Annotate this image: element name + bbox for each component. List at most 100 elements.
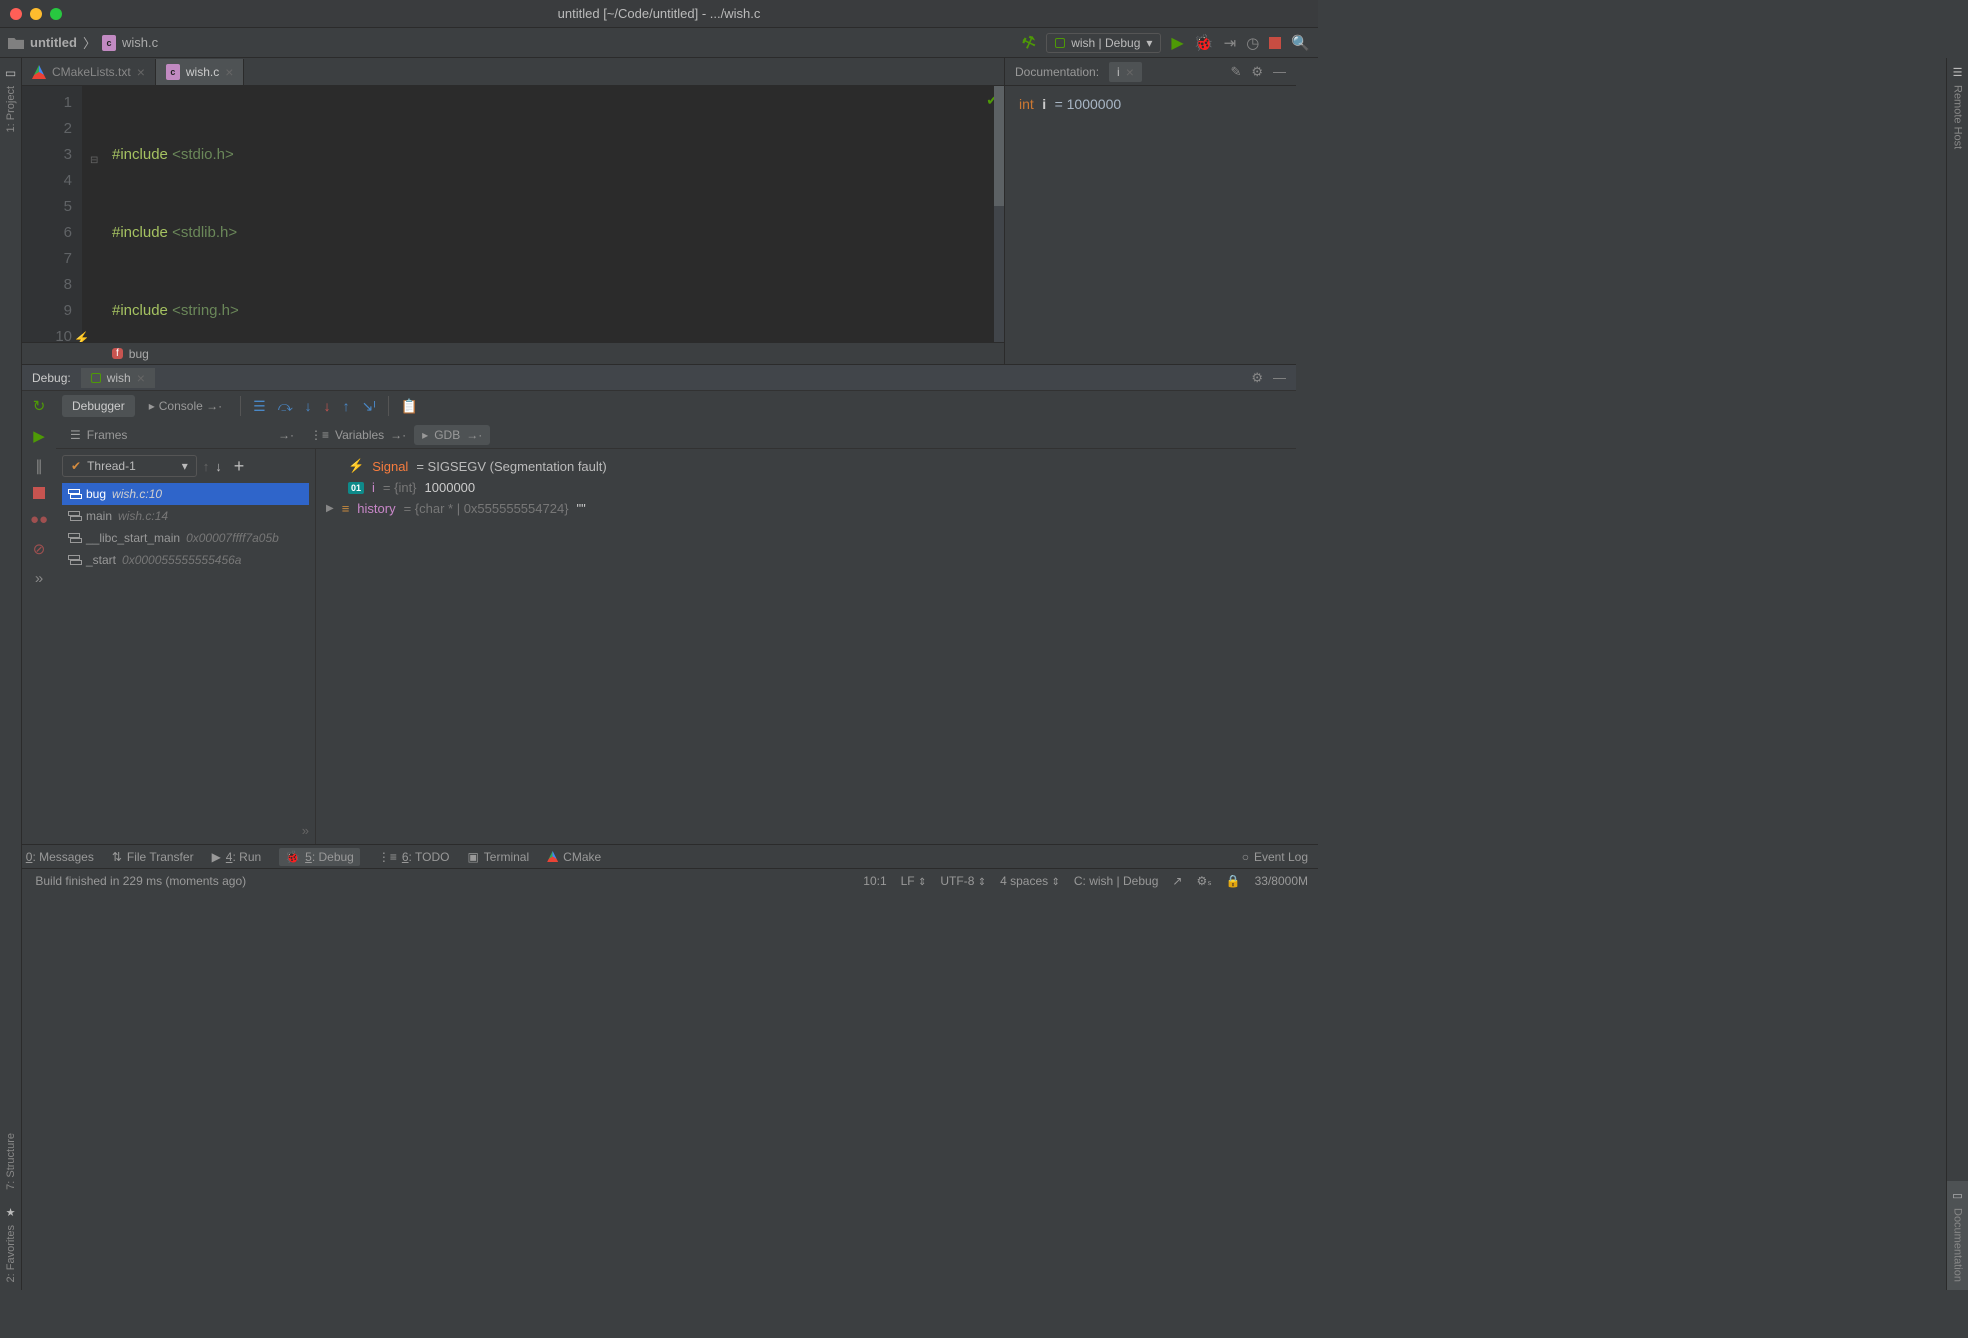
hide-icon[interactable]: — bbox=[1273, 64, 1286, 80]
minimize-window-button[interactable] bbox=[30, 8, 42, 20]
memory-indicator[interactable]: 33/8000M bbox=[1255, 874, 1308, 888]
close-icon[interactable]: × bbox=[137, 370, 145, 386]
breadcrumb-project[interactable]: untitled bbox=[30, 35, 77, 50]
breadcrumb-file[interactable]: wish.c bbox=[122, 35, 158, 50]
code-area[interactable]: ⊟#include <stdio.h> #include <stdlib.h> … bbox=[82, 86, 1004, 342]
debug-side-toolbar: ↻ ▶ ∥ ●● ⊘ » bbox=[22, 391, 56, 844]
view-breakpoints-icon[interactable]: ●● bbox=[30, 511, 48, 528]
close-window-button[interactable] bbox=[10, 8, 22, 20]
mute-breakpoints-icon[interactable]: ⊘ bbox=[33, 540, 46, 558]
gear-icon[interactable]: ⚙ bbox=[1251, 64, 1263, 80]
tab-cmakelists[interactable]: CMakeLists.txt × bbox=[22, 59, 156, 85]
edit-icon[interactable]: ✎ bbox=[1230, 64, 1241, 80]
expand-icon[interactable]: ▶ bbox=[326, 503, 334, 514]
event-log-tab[interactable]: ○ Event Log bbox=[1242, 850, 1308, 864]
todo-tab[interactable]: ⋮≡ 6: TODO bbox=[378, 850, 450, 864]
frames-icon: ☰ bbox=[70, 428, 81, 442]
force-step-into-icon[interactable]: ↓ bbox=[320, 398, 335, 414]
documentation-body: int i = 1000000 bbox=[1005, 86, 1296, 123]
attach-icon[interactable]: ⇥ bbox=[1224, 34, 1237, 52]
context[interactable]: C: wish | Debug bbox=[1074, 874, 1159, 888]
window-controls bbox=[10, 8, 62, 20]
frames-header[interactable]: ☰Frames→· bbox=[62, 428, 302, 442]
run-config-icon bbox=[91, 373, 101, 383]
deploy-icon[interactable]: ↗ bbox=[1172, 874, 1182, 888]
pause-icon[interactable]: ∥ bbox=[35, 457, 43, 475]
stack-frame[interactable]: _start 0x000055555555456a bbox=[62, 549, 309, 571]
run-tab[interactable]: ▶ 4: Run bbox=[212, 850, 262, 864]
line-gutter: 1 2 3 4 5 6 7 8 9 10⚡ 11 12 13▶ 14 bbox=[22, 86, 82, 342]
thread-selector[interactable]: ✔ Thread-1 ▾ bbox=[62, 455, 197, 477]
debug-tabs: Debugger ▸Console →· ☰ ⤼ ↓ ↓ ↑ ↘ᴵ 📋 bbox=[56, 391, 1296, 421]
resume-icon[interactable]: ▶ bbox=[33, 427, 45, 445]
profile-icon[interactable]: ◷ bbox=[1246, 34, 1259, 52]
editor-breadcrumb-fn[interactable]: f bug bbox=[22, 342, 1004, 364]
line-ending[interactable]: LF ⇕ bbox=[901, 874, 927, 888]
messages-tab[interactable]: ☰ 0: Messages bbox=[10, 850, 94, 864]
debug-bottom-tab[interactable]: 🐞 5: Debug bbox=[279, 848, 360, 866]
stack-frame[interactable]: main wish.c:14 bbox=[62, 505, 309, 527]
encoding[interactable]: UTF-8 ⇕ bbox=[940, 874, 986, 888]
hide-icon[interactable]: — bbox=[1273, 370, 1286, 386]
rerun-icon[interactable]: ↻ bbox=[33, 397, 46, 415]
gdb-header[interactable]: ▸GDB →· bbox=[414, 425, 490, 445]
indent[interactable]: 4 spaces ⇕ bbox=[1000, 874, 1060, 888]
evaluate-expression-icon[interactable]: 📋 bbox=[397, 398, 422, 415]
variable-row[interactable]: 01 i = {int} 1000000 bbox=[326, 477, 1286, 498]
stop-icon[interactable] bbox=[1269, 37, 1281, 49]
run-icon[interactable]: ▶ bbox=[1171, 33, 1183, 53]
stack-frame-icon bbox=[68, 555, 80, 565]
remote-host-tool-tab[interactable]: ☰ Remote Host bbox=[1947, 58, 1968, 157]
file-transfer-tab[interactable]: ⇅ File Transfer bbox=[112, 850, 194, 864]
step-over-icon[interactable]: ⤼ bbox=[274, 398, 297, 415]
close-icon[interactable]: × bbox=[137, 64, 145, 80]
search-icon[interactable]: 🔍 bbox=[1291, 34, 1310, 52]
left-tool-stripe: ▭ 1: Project 7: Structure ★ 2: Favorites bbox=[0, 58, 22, 1290]
run-to-cursor-icon[interactable]: ↘ᴵ bbox=[358, 398, 380, 415]
add-icon[interactable]: + bbox=[234, 456, 245, 477]
cmake-tab[interactable]: CMake bbox=[547, 850, 601, 864]
list-icon: ⋮≡ bbox=[310, 428, 329, 442]
panes-header: ☰Frames→· ⋮≡Variables →· ▸GDB →· bbox=[56, 421, 1296, 449]
status-bar: ▣ Build finished in 229 ms (moments ago)… bbox=[0, 868, 1318, 892]
debug-label: Debug: bbox=[32, 371, 71, 385]
documentation-tab[interactable]: i× bbox=[1109, 62, 1142, 82]
variable-row[interactable]: ▶ ≡ history = {char * | 0x555555554724} … bbox=[326, 498, 1286, 519]
more-icon[interactable]: » bbox=[62, 823, 309, 838]
cursor-position[interactable]: 10:1 bbox=[863, 874, 886, 888]
struct-icon: ≡ bbox=[342, 501, 350, 516]
settings-icon[interactable]: ⚙ₛ bbox=[1196, 874, 1211, 888]
prev-frame-icon[interactable]: ↑ bbox=[203, 459, 210, 474]
step-into-icon[interactable]: ↓ bbox=[301, 398, 316, 414]
zoom-window-button[interactable] bbox=[50, 8, 62, 20]
editor-body[interactable]: ✔ 1 2 3 4 5 6 7 8 9 10⚡ 11 12 bbox=[22, 86, 1004, 342]
structure-tool-tab[interactable]: 7: Structure bbox=[0, 1119, 21, 1198]
breadcrumb: untitled 〉 wish.c bbox=[8, 33, 158, 52]
documentation-tool-tab[interactable]: ▭ Documentation bbox=[1947, 1181, 1968, 1290]
close-icon[interactable]: × bbox=[225, 64, 233, 80]
project-tool-tab[interactable]: ▭ 1: Project bbox=[0, 58, 21, 140]
next-frame-icon[interactable]: ↓ bbox=[215, 459, 222, 474]
close-icon[interactable]: × bbox=[1126, 64, 1134, 80]
gear-icon[interactable]: ⚙ bbox=[1251, 370, 1263, 386]
debug-session-tab[interactable]: wish × bbox=[81, 368, 155, 388]
debug-icon[interactable]: 🐞 bbox=[1194, 33, 1214, 53]
lock-icon[interactable]: 🔒 bbox=[1226, 874, 1241, 888]
terminal-tab[interactable]: ▣ Terminal bbox=[467, 850, 529, 864]
stack-frame[interactable]: bug wish.c:10 bbox=[62, 483, 309, 505]
debugger-tab[interactable]: Debugger bbox=[62, 395, 135, 417]
fold-icon[interactable]: ⊟ bbox=[90, 148, 98, 174]
stop-icon[interactable] bbox=[33, 487, 45, 499]
run-configuration-selector[interactable]: wish | Debug ▾ bbox=[1046, 33, 1161, 53]
show-execution-point-icon[interactable]: ☰ bbox=[249, 398, 270, 415]
nav-right: ⚒ wish | Debug ▾ ▶ 🐞 ⇥ ◷ 🔍 bbox=[1022, 33, 1310, 53]
favorites-tool-tab[interactable]: ★ 2: Favorites bbox=[0, 1198, 21, 1290]
step-out-icon[interactable]: ↑ bbox=[339, 398, 354, 414]
more-icon[interactable]: » bbox=[35, 570, 43, 587]
tab-wish-c[interactable]: wish.c × bbox=[156, 59, 245, 85]
variables-header[interactable]: ⋮≡Variables →· bbox=[302, 428, 414, 442]
build-icon[interactable]: ⚒ bbox=[1019, 31, 1039, 55]
stack-frame[interactable]: __libc_start_main 0x00007ffff7a05b bbox=[62, 527, 309, 549]
console-tab[interactable]: ▸Console →· bbox=[139, 395, 232, 417]
c-file-icon bbox=[102, 35, 116, 51]
